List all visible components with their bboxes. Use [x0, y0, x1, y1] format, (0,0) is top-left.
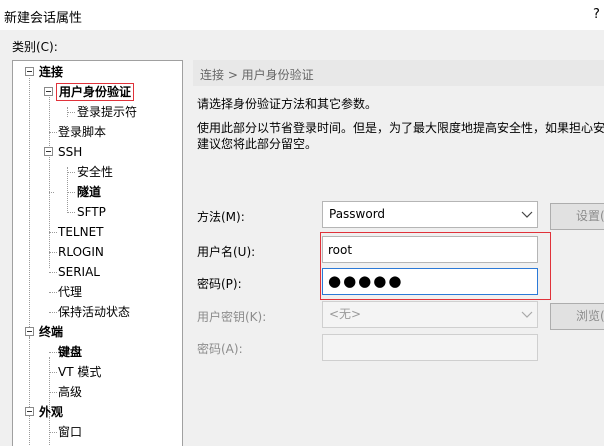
title-bar: 新建会话属性 ? — [0, 0, 604, 30]
help-button[interactable]: ? — [593, 7, 600, 22]
category-tree[interactable]: 连接 用户身份验证 登录提示符 登录脚本 SSH 安全性 隧道 SFTP TEL… — [12, 60, 183, 446]
tree-line — [67, 167, 68, 213]
tree-line — [29, 337, 30, 446]
collapse-icon[interactable] — [44, 147, 53, 156]
description-line: 建议您将此部分留空。 — [197, 137, 318, 151]
passphrase-label: 密码(A): — [197, 342, 243, 356]
tree-item-vt-mode[interactable]: VT 模式 — [56, 363, 103, 381]
browse-button[interactable]: 浏览( — [550, 303, 604, 330]
tree-item-terminal[interactable]: 终端 — [37, 323, 65, 341]
method-value: Password — [329, 207, 386, 221]
description-line: 使用此部分以节省登录时间。但是，为了最大限度地提高安全性，如果担心安 — [197, 121, 604, 135]
credentials-highlight — [320, 232, 551, 300]
tree-line — [67, 172, 75, 173]
tree-item-telnet[interactable]: TELNET — [56, 223, 106, 241]
collapse-icon[interactable] — [25, 327, 34, 336]
method-select[interactable]: Password — [322, 201, 538, 228]
tree-item-sftp[interactable]: SFTP — [75, 203, 108, 221]
chevron-down-icon — [521, 311, 533, 318]
userkey-select[interactable]: <无> — [322, 301, 538, 328]
userkey-value: <无> — [329, 307, 362, 321]
collapse-icon[interactable] — [44, 87, 53, 96]
tree-item-keyboard[interactable]: 键盘 — [56, 343, 84, 361]
tree-line — [67, 112, 75, 113]
chevron-down-icon — [521, 211, 533, 218]
settings-button[interactable]: 设置( — [550, 203, 604, 230]
breadcrumb: 连接 > 用户身份验证 — [200, 68, 314, 82]
category-label: 类别(C): — [12, 40, 58, 54]
tree-item-ssh[interactable]: SSH — [56, 143, 84, 161]
tree-item-connection[interactable]: 连接 — [37, 63, 65, 81]
passphrase-input[interactable] — [322, 334, 538, 361]
tree-item-security[interactable]: 安全性 — [75, 163, 115, 181]
tree-line — [49, 97, 50, 268]
method-label: 方法(M): — [197, 210, 245, 224]
breadcrumb-bar: 连接 > 用户身份验证 — [193, 60, 604, 86]
collapse-icon[interactable] — [25, 67, 34, 76]
tree-item-keepalive[interactable]: 保持活动状态 — [56, 303, 132, 321]
collapse-icon[interactable] — [25, 407, 34, 416]
tree-line — [29, 78, 30, 343]
tree-line — [49, 192, 54, 193]
tree-item-login-prompt[interactable]: 登录提示符 — [75, 103, 139, 121]
description-line: 请选择身份验证方法和其它参数。 — [197, 97, 378, 111]
tree-item-advanced[interactable]: 高级 — [56, 383, 84, 401]
tree-item-serial[interactable]: SERIAL — [56, 263, 102, 281]
tree-item-appearance[interactable]: 外观 — [37, 403, 65, 421]
tree-item-rlogin[interactable]: RLOGIN — [56, 243, 106, 261]
tree-item-user-auth[interactable]: 用户身份验证 — [56, 83, 135, 101]
tree-line — [67, 212, 75, 213]
tree-line — [67, 192, 75, 193]
tree-item-tunnel[interactable]: 隧道 — [75, 183, 103, 201]
tree-item-window[interactable]: 窗口 — [56, 423, 84, 441]
password-label: 密码(P): — [197, 277, 242, 291]
username-label: 用户名(U): — [197, 245, 256, 259]
tree-item-login-script[interactable]: 登录脚本 — [56, 123, 108, 141]
window-title: 新建会话属性 — [4, 11, 83, 26]
userkey-label: 用户密钥(K): — [197, 310, 267, 324]
tree-item-proxy[interactable]: 代理 — [56, 283, 84, 301]
